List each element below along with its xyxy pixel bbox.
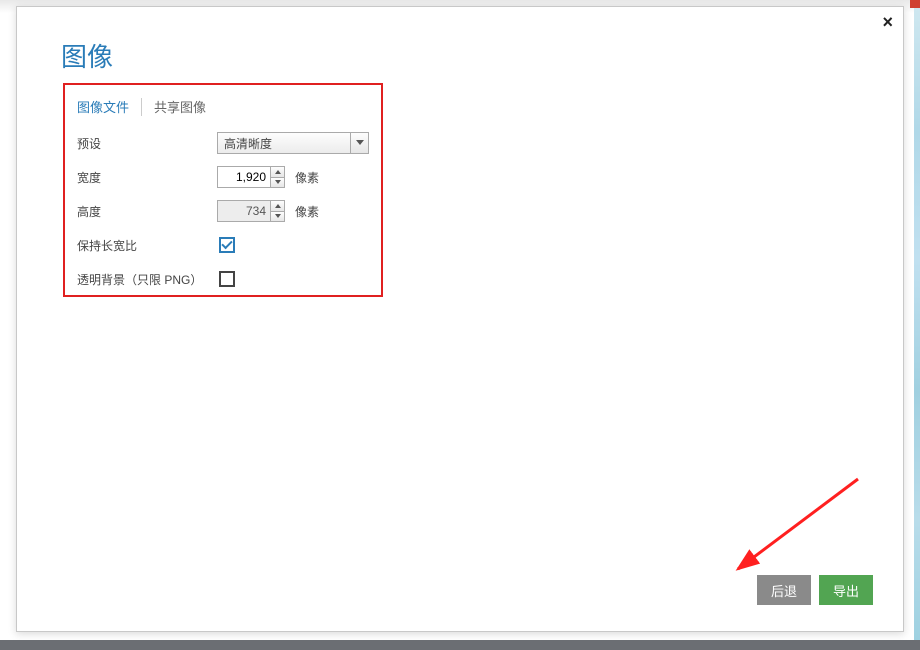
height-input[interactable] xyxy=(217,200,271,222)
row-width: 宽度 像素 xyxy=(77,165,377,189)
height-unit: 像素 xyxy=(295,203,319,220)
check-icon xyxy=(221,238,232,249)
aspect-checkbox[interactable] xyxy=(219,237,235,253)
width-input[interactable] xyxy=(217,166,271,188)
row-transparent: 透明背景（只限 PNG） xyxy=(77,267,377,291)
height-spin-buttons xyxy=(271,200,285,222)
window-bottom-strip xyxy=(0,640,920,650)
width-spin-buttons xyxy=(271,166,285,188)
width-label: 宽度 xyxy=(77,169,217,186)
tab-image-file[interactable]: 图像文件 xyxy=(77,95,129,118)
tab-share-image[interactable]: 共享图像 xyxy=(154,95,206,118)
dialog-footer: 后退 导出 xyxy=(757,575,873,605)
preset-label: 预设 xyxy=(77,135,217,152)
transparent-label: 透明背景（只限 PNG） xyxy=(77,271,217,288)
height-label: 高度 xyxy=(77,203,217,220)
height-stepper[interactable] xyxy=(217,200,285,222)
tab-separator xyxy=(141,98,142,116)
arrow-down-icon xyxy=(275,214,281,218)
width-increment[interactable] xyxy=(271,166,285,177)
dialog-title: 图像 xyxy=(61,37,113,74)
arrow-up-icon xyxy=(275,170,281,174)
row-preset: 预设 高清晰度 xyxy=(77,131,377,155)
window-right-edge xyxy=(914,0,920,650)
close-button[interactable]: × xyxy=(882,13,893,31)
preset-dropdown-button[interactable] xyxy=(351,132,369,154)
aspect-label: 保持长宽比 xyxy=(77,237,217,254)
width-stepper[interactable] xyxy=(217,166,285,188)
transparent-checkbox[interactable] xyxy=(219,271,235,287)
preset-value: 高清晰度 xyxy=(217,132,351,154)
image-settings-form: 预设 高清晰度 宽度 像素 高度 xyxy=(77,131,377,301)
width-unit: 像素 xyxy=(295,169,319,186)
chevron-down-icon xyxy=(356,140,364,146)
back-button[interactable]: 后退 xyxy=(757,575,811,605)
export-button[interactable]: 导出 xyxy=(819,575,873,605)
preset-select[interactable]: 高清晰度 xyxy=(217,132,369,154)
image-export-dialog: × 图像 图像文件 共享图像 预设 高清晰度 宽度 xyxy=(16,6,904,632)
row-aspect: 保持长宽比 xyxy=(77,233,377,257)
window-top-red-accent xyxy=(910,0,920,8)
arrow-down-icon xyxy=(275,180,281,184)
row-height: 高度 像素 xyxy=(77,199,377,223)
tabs-bar: 图像文件 共享图像 xyxy=(77,95,206,118)
height-increment[interactable] xyxy=(271,200,285,211)
width-decrement[interactable] xyxy=(271,177,285,189)
arrow-up-icon xyxy=(275,204,281,208)
height-decrement[interactable] xyxy=(271,211,285,223)
